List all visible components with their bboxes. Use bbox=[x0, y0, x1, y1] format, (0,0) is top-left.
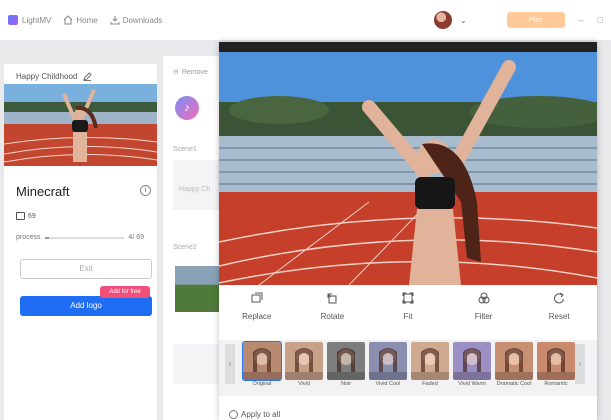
scene2-label: Scene2 bbox=[173, 244, 197, 251]
filter-option[interactable]: Vivid Warm bbox=[453, 342, 491, 388]
filter-thumbnail bbox=[537, 342, 575, 380]
filter-label: Original bbox=[252, 381, 272, 387]
maximize-button[interactable]: □ bbox=[598, 15, 603, 25]
filter-thumbnail bbox=[369, 342, 407, 380]
scroll-right-button[interactable]: › bbox=[575, 344, 585, 384]
filter-option[interactable]: Faded bbox=[411, 342, 449, 388]
image-editor-modal: Replace Rotate Fit Filter Reset ‹ › Orig… bbox=[219, 42, 597, 420]
project-title-row: Happy Childhood bbox=[16, 72, 93, 81]
remove-label: Remove bbox=[181, 68, 208, 76]
project-panel: Happy Childhood Minecraft i 69 process 4… bbox=[4, 64, 157, 420]
filter-label: Faded bbox=[422, 381, 438, 387]
progress-bar bbox=[44, 236, 125, 239]
reset-button[interactable]: Reset bbox=[521, 292, 597, 328]
download-icon bbox=[110, 16, 120, 25]
filter-thumbnail bbox=[327, 342, 365, 380]
reset-icon bbox=[554, 292, 565, 304]
scene1-text: Happy Ch bbox=[179, 186, 211, 193]
downloads-link[interactable]: Downloads bbox=[110, 15, 163, 25]
scroll-left-button[interactable]: ‹ bbox=[225, 344, 235, 384]
filter-thumbnail bbox=[242, 341, 282, 381]
filter-label: Filter bbox=[474, 312, 493, 321]
info-icon[interactable]: i bbox=[140, 185, 151, 196]
project-title: Happy Childhood bbox=[16, 72, 78, 81]
replace-button[interactable]: Replace bbox=[219, 292, 295, 328]
filter-label: Vivid Cool bbox=[375, 381, 401, 387]
fit-button[interactable]: Fit bbox=[370, 292, 446, 328]
progress-row: process 4/ 69 bbox=[16, 234, 144, 241]
filter-option[interactable]: Vivid Cool bbox=[369, 342, 407, 388]
filter-thumbnail bbox=[495, 342, 533, 380]
remove-icon: ⊖ bbox=[173, 69, 179, 76]
image-count: 69 bbox=[16, 212, 36, 220]
fit-icon bbox=[402, 292, 414, 304]
apply-to-all-label: Apply to all bbox=[241, 410, 281, 419]
progress-text: 4/ 69 bbox=[128, 234, 144, 241]
image-preview[interactable] bbox=[219, 52, 597, 285]
minimize-button[interactable]: – bbox=[579, 15, 584, 25]
filter-icon bbox=[478, 292, 490, 304]
user-avatar[interactable] bbox=[433, 11, 452, 29]
apply-to-all-radio[interactable] bbox=[229, 410, 238, 419]
remove-link[interactable]: ⊖ Remove bbox=[173, 68, 208, 77]
filter-thumbnail bbox=[285, 342, 323, 380]
plan-button[interactable]: Plan bbox=[506, 12, 565, 28]
filter-thumbnail bbox=[453, 342, 491, 380]
filter-button[interactable]: Filter bbox=[446, 292, 522, 328]
lightmv-logo-icon bbox=[8, 15, 18, 25]
filter-option[interactable]: Original bbox=[242, 341, 282, 388]
filter-thumbnail bbox=[411, 342, 449, 380]
replace-label: Replace bbox=[242, 312, 272, 321]
replace-icon bbox=[251, 292, 263, 303]
music-icon[interactable]: ♪ bbox=[175, 96, 199, 120]
filter-label: Vivid Warm bbox=[458, 381, 486, 387]
brand-name: LightMV bbox=[22, 15, 52, 25]
filter-option[interactable]: Vivid bbox=[285, 342, 323, 388]
project-thumbnail[interactable] bbox=[4, 84, 157, 166]
rotate-label: Rotate bbox=[320, 312, 345, 321]
top-bar: LightMV Home Downloads ⌄ Plan – □ bbox=[0, 0, 611, 40]
home-label: Home bbox=[76, 15, 98, 25]
progress-label: process bbox=[16, 234, 41, 241]
edit-icon[interactable] bbox=[83, 72, 93, 81]
filter-label: Romantic bbox=[544, 381, 568, 387]
modal-header bbox=[219, 42, 597, 52]
progress-fill bbox=[44, 236, 50, 239]
fit-label: Fit bbox=[403, 312, 413, 321]
filter-option[interactable]: Romantic bbox=[537, 342, 575, 388]
apply-to-all-option[interactable]: Apply to all bbox=[229, 410, 280, 419]
filter-option[interactable]: Noir bbox=[327, 342, 365, 388]
rotate-button[interactable]: Rotate bbox=[295, 292, 371, 328]
project-name: Minecraft bbox=[16, 184, 70, 199]
reset-label: Reset bbox=[548, 312, 570, 321]
home-icon bbox=[64, 15, 73, 25]
image-count-value: 69 bbox=[28, 212, 36, 220]
filter-label: Noir bbox=[340, 381, 352, 387]
edit-toolbar: Replace Rotate Fit Filter Reset bbox=[219, 292, 597, 328]
image-icon bbox=[16, 212, 25, 220]
rotate-icon bbox=[327, 293, 337, 304]
filter-label: Dramatic Cool bbox=[496, 381, 532, 387]
chevron-down-icon[interactable]: ⌄ bbox=[460, 16, 467, 25]
scene1-label: Scene1 bbox=[173, 146, 197, 153]
downloads-label: Downloads bbox=[122, 15, 163, 25]
brand[interactable]: LightMV bbox=[8, 15, 51, 25]
filter-strip: ‹ › Original Vivid Noir Vivid Cool Faded Vivi… bbox=[219, 340, 597, 396]
filter-label: Vivid bbox=[298, 381, 310, 387]
add-logo-button[interactable]: Add logo bbox=[20, 296, 152, 316]
exit-button[interactable]: Exit bbox=[20, 259, 152, 279]
add-for-free-badge: Add for free bbox=[100, 286, 150, 298]
filter-option[interactable]: Dramatic Cool bbox=[495, 342, 533, 388]
home-link[interactable]: Home bbox=[63, 15, 98, 25]
